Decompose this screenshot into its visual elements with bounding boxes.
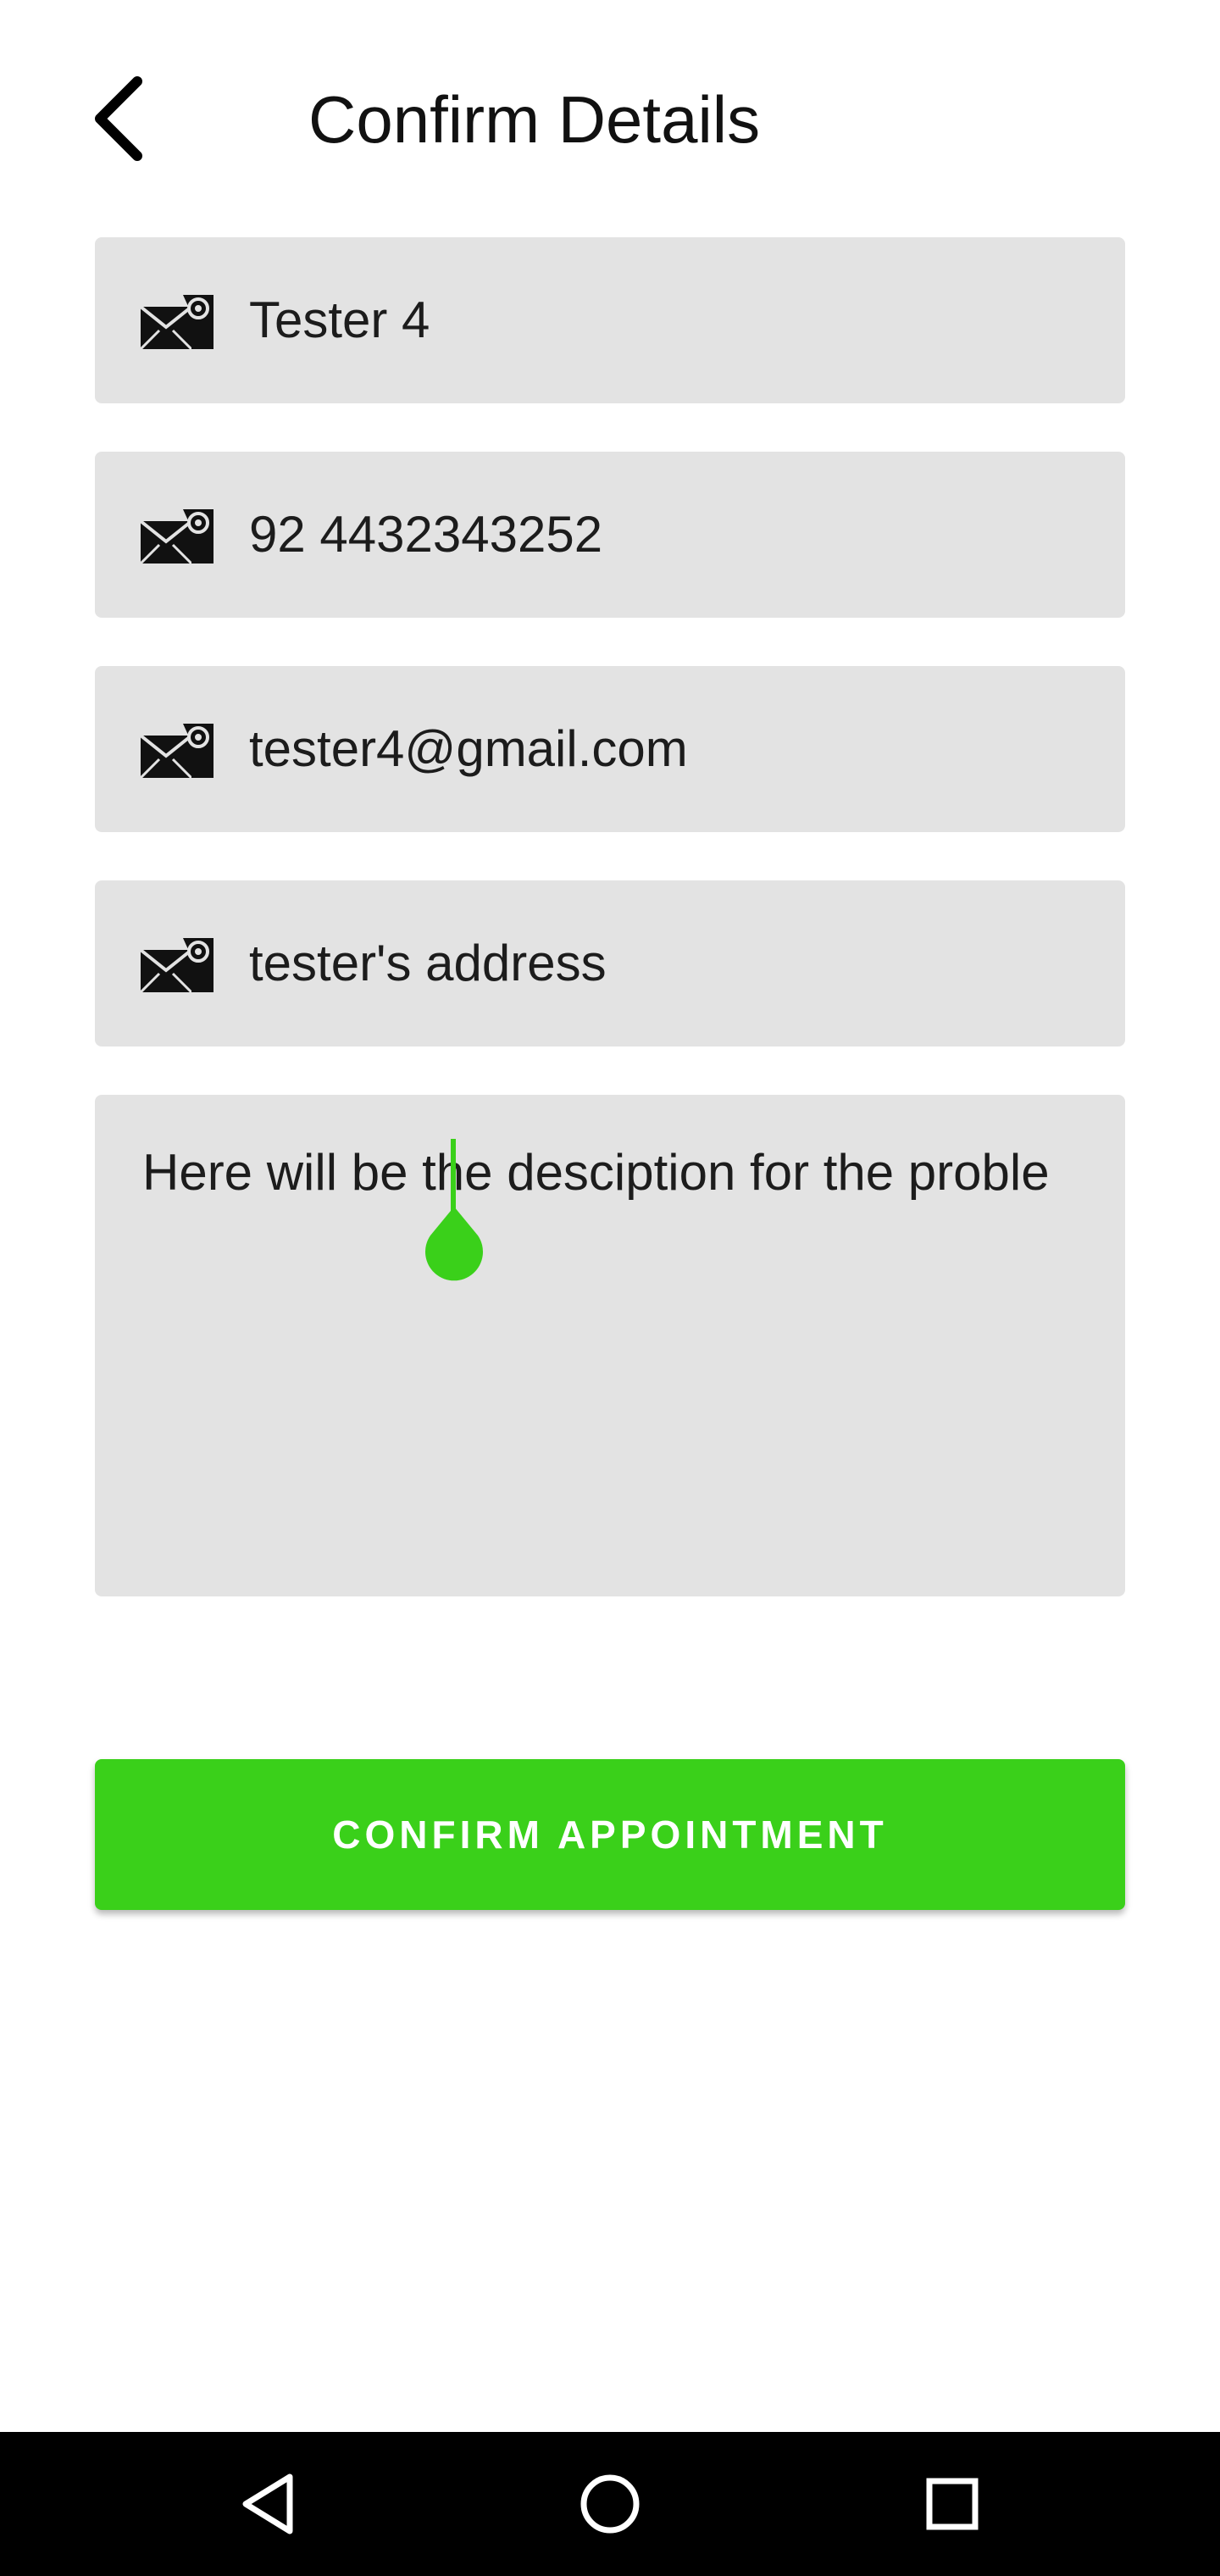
description-textarea[interactable]: Here will be the desciption for the prob… xyxy=(95,1095,1125,1596)
nav-back-button[interactable] xyxy=(229,2462,313,2546)
nav-recents-button[interactable] xyxy=(910,2462,995,2546)
text-cursor xyxy=(451,1139,456,1217)
nav-home-button[interactable] xyxy=(568,2462,652,2546)
email-value: tester4@gmail.com xyxy=(249,720,688,777)
address-field[interactable]: tester's address xyxy=(95,880,1125,1046)
cursor-handle-icon[interactable] xyxy=(424,1207,485,1283)
chevron-left-icon xyxy=(95,76,142,161)
name-value: Tester 4 xyxy=(249,291,430,348)
phone-field[interactable]: 92 4432343252 xyxy=(95,452,1125,618)
mail-at-icon xyxy=(141,295,214,349)
mail-at-icon xyxy=(141,724,214,778)
header: Confirm Details xyxy=(0,0,1220,237)
recents-square-icon xyxy=(926,2478,979,2530)
mail-at-icon xyxy=(141,938,214,992)
confirm-appointment-button[interactable]: CONFIRM APPOINTMENT xyxy=(95,1759,1125,1910)
page-title: Confirm Details xyxy=(308,82,761,157)
back-triangle-icon xyxy=(242,2473,293,2534)
back-button[interactable] xyxy=(85,75,152,163)
mail-at-icon xyxy=(141,509,214,564)
system-navbar xyxy=(0,2432,1220,2576)
name-field[interactable]: Tester 4 xyxy=(95,237,1125,403)
address-value: tester's address xyxy=(249,935,607,991)
description-text: Here will be the desciption for the prob… xyxy=(142,1146,1050,1200)
email-field[interactable]: tester4@gmail.com xyxy=(95,666,1125,832)
home-circle-icon xyxy=(580,2474,640,2534)
phone-value: 92 4432343252 xyxy=(249,506,603,563)
